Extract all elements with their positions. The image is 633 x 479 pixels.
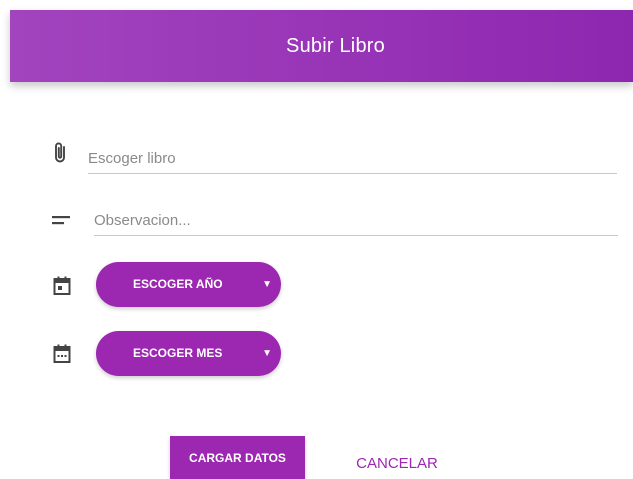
- upload-book-dialog: Subir Libro ESCOGER AÑO ▼: [0, 0, 633, 479]
- observation-input[interactable]: [94, 205, 618, 235]
- paperclip-icon: [51, 140, 69, 166]
- year-select-label: ESCOGER AÑO: [133, 277, 223, 291]
- calendar-icon: [51, 275, 73, 297]
- observation-field[interactable]: [94, 205, 618, 236]
- book-file-field[interactable]: [88, 143, 617, 174]
- book-file-input[interactable]: [88, 143, 617, 173]
- chevron-down-icon: ▼: [262, 348, 272, 359]
- load-data-button[interactable]: CARGAR DATOS: [170, 436, 305, 479]
- calendar-range-icon: [51, 343, 73, 365]
- year-select[interactable]: ESCOGER AÑO ▼: [96, 262, 281, 307]
- month-select[interactable]: ESCOGER MES ▼: [96, 331, 281, 376]
- page-title: Subir Libro: [286, 34, 385, 57]
- notes-icon: [50, 213, 72, 229]
- month-select-label: ESCOGER MES: [133, 346, 223, 360]
- cancel-button[interactable]: CANCELAR: [345, 446, 449, 479]
- header-bar: Subir Libro: [10, 10, 633, 82]
- chevron-down-icon: ▼: [262, 279, 272, 290]
